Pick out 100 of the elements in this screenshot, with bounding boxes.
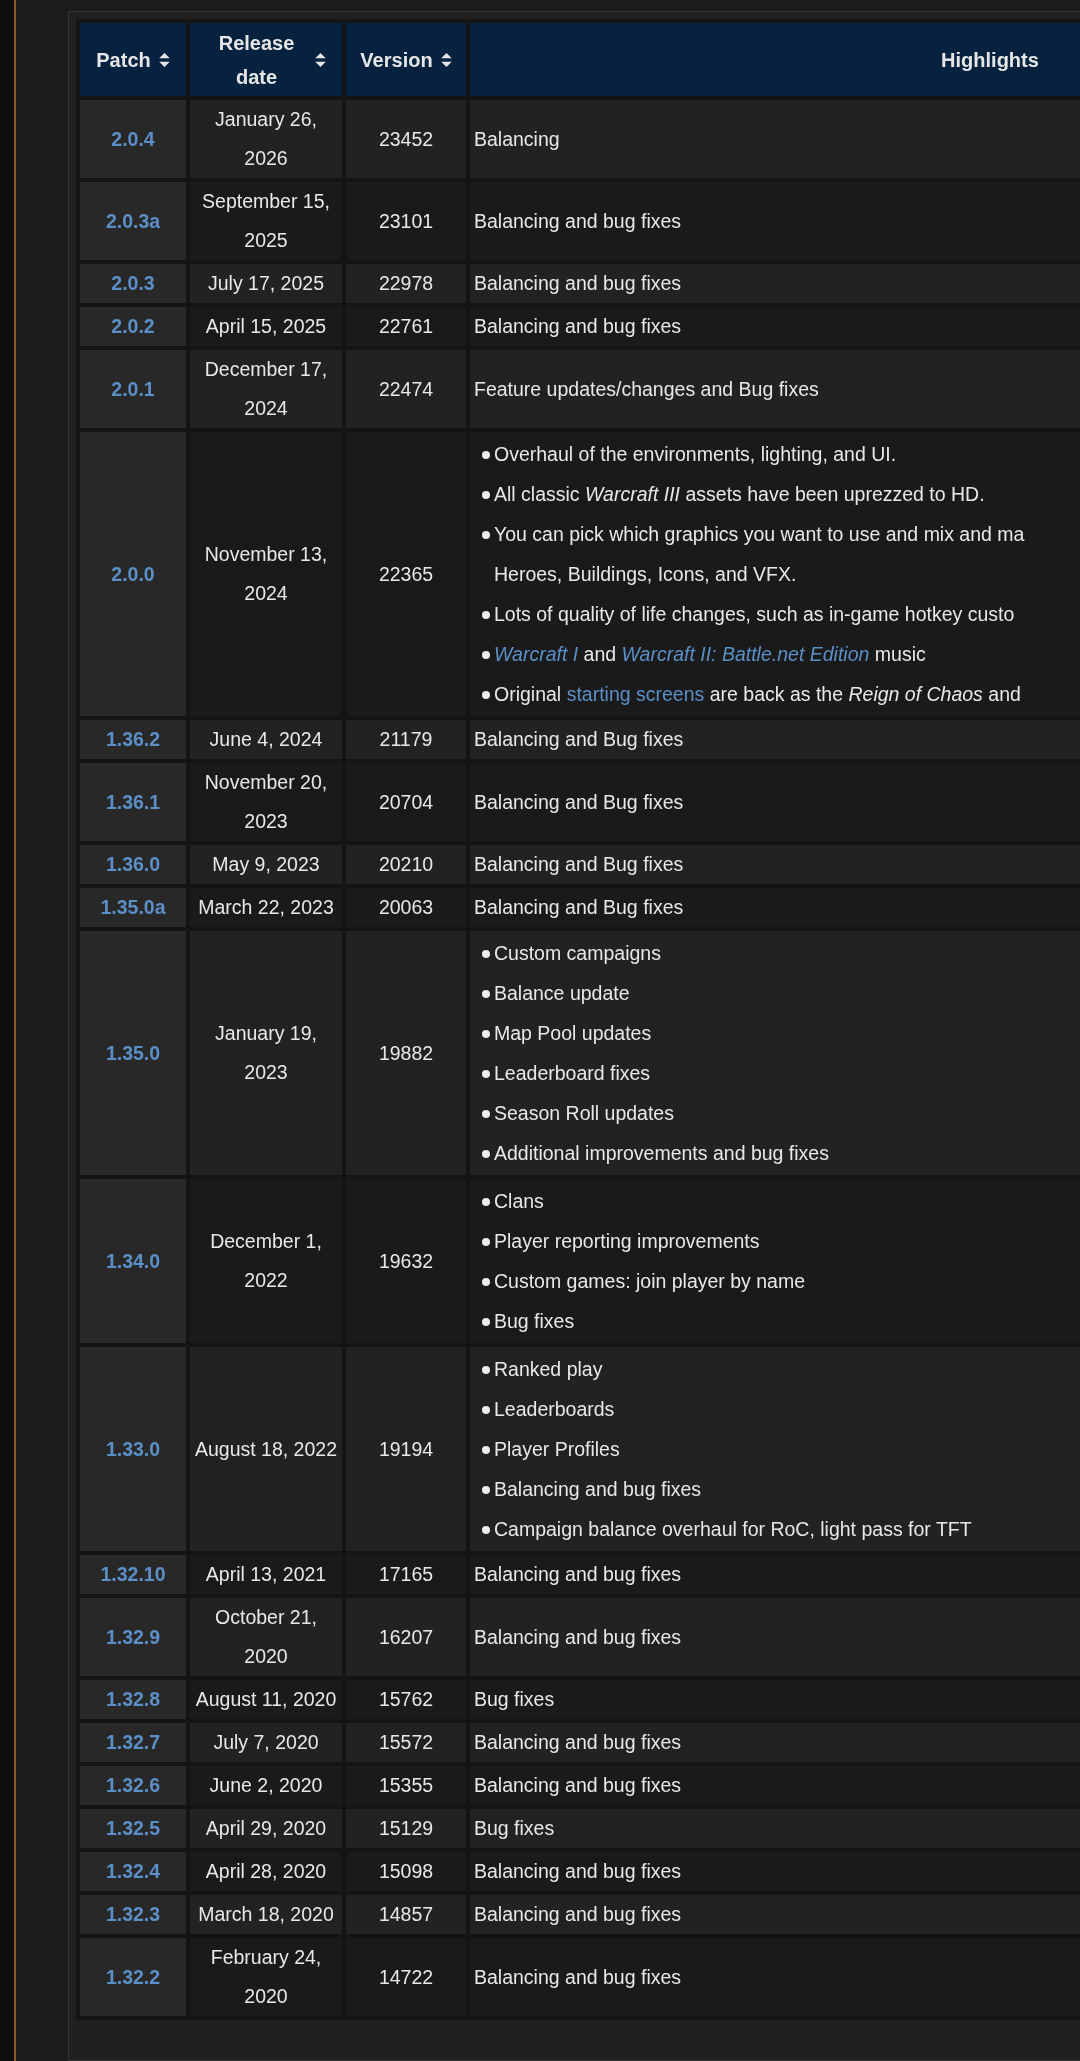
highlight-item: Clans: [494, 1189, 544, 1214]
highlight-item: Season Roll updates: [494, 1101, 674, 1126]
sort-icon[interactable]: [158, 52, 170, 67]
patch-link[interactable]: 2.0.3: [111, 272, 155, 294]
highlight-item: Player reporting improvements: [494, 1229, 760, 1254]
highlight-item: Custom campaigns: [494, 941, 661, 966]
column-header[interactable]: Version: [346, 23, 466, 96]
bullet-icon: [482, 651, 490, 659]
patch-link[interactable]: 1.36.2: [105, 728, 161, 750]
highlight-item: Warcraft I and Warcraft II: Battle.net Edition music: [494, 642, 926, 667]
table-cell: January 19, 2023: [190, 931, 342, 1175]
table-cell: Balancing and Bug fixes: [470, 720, 1080, 759]
table-cell: March 22, 2023: [190, 888, 342, 927]
highlight-item: Player Profiles: [494, 1437, 620, 1462]
highlight-item: Lots of quality of life changes, such as in-game hotkey custo: [494, 602, 1015, 627]
table-cell: Balancing and Bug fixes: [470, 888, 1080, 927]
bullet-icon: [482, 1278, 490, 1286]
patch-link[interactable]: 1.32.10: [100, 1563, 166, 1585]
patch-link[interactable]: 2.0.2: [111, 315, 155, 337]
table-cell: 15572: [346, 1723, 466, 1762]
bullet-icon: [482, 691, 490, 699]
table-cell: Balancing and bug fixes: [470, 1766, 1080, 1805]
table-cell: 22474: [346, 350, 466, 428]
table-cell: Balancing and Bug fixes: [470, 763, 1080, 841]
patch-link[interactable]: 1.32.9: [105, 1625, 161, 1648]
link[interactable]: Warcraft II: Battle.net Edition: [621, 643, 870, 665]
table-cell: 19882: [346, 931, 466, 1175]
patch-link[interactable]: 1.33.0: [105, 1437, 161, 1460]
bullet-icon: [482, 950, 490, 958]
table-cell: June 4, 2024: [190, 720, 342, 759]
bullet-icon: [482, 491, 490, 499]
table-cell: 15129: [346, 1809, 466, 1848]
patch-link[interactable]: 1.35.0a: [100, 896, 166, 918]
column-header[interactable]: Patch: [80, 23, 186, 96]
table-cell: July 7, 2020: [190, 1723, 342, 1762]
patch-link[interactable]: 1.32.5: [105, 1817, 161, 1839]
link[interactable]: Warcraft I: [494, 643, 579, 665]
table-cell: 15762: [346, 1680, 466, 1719]
table-cell: Feature updates/changes and Bug fixes: [470, 350, 1080, 428]
table-cell: August 18, 2022: [190, 1347, 342, 1551]
highlight-item: Leaderboard fixes: [494, 1061, 651, 1086]
patch-link[interactable]: 1.32.4: [105, 1860, 161, 1882]
link[interactable]: starting screens: [566, 683, 705, 705]
table-cell: April 28, 2020: [190, 1852, 342, 1891]
patch-link[interactable]: 1.32.2: [105, 1965, 161, 1988]
highlight-item: Custom games: join player by name: [494, 1269, 806, 1294]
table-cell: 17165: [346, 1555, 466, 1594]
patch-link[interactable]: 1.32.6: [105, 1774, 161, 1796]
table-cell: August 11, 2020: [190, 1680, 342, 1719]
bullet-icon: [482, 531, 490, 539]
patch-link[interactable]: 1.36.1: [105, 790, 161, 813]
patch-link[interactable]: 2.0.3a: [105, 209, 161, 232]
bullet-icon: [482, 451, 490, 459]
table-cell: 21179: [346, 720, 466, 759]
patch-link[interactable]: 2.0.1: [111, 377, 155, 400]
bullet-icon: [482, 1446, 490, 1454]
table-cell: April 15, 2025: [190, 307, 342, 346]
patch-link[interactable]: 1.32.8: [105, 1688, 161, 1710]
bullet-icon: [482, 1526, 490, 1534]
bullet-icon: [482, 1110, 490, 1118]
sort-icon[interactable]: [314, 52, 326, 67]
column-header[interactable]: Release date: [190, 23, 342, 96]
table-cell: 16207: [346, 1598, 466, 1676]
table-cell: November 13, 2024: [190, 432, 342, 716]
sort-icon[interactable]: [440, 52, 452, 67]
header-label: Release date: [217, 30, 296, 90]
header-label: Patch: [96, 47, 151, 73]
table-cell: 20063: [346, 888, 466, 927]
bullet-icon: [482, 611, 490, 619]
patch-link[interactable]: 1.32.3: [105, 1903, 161, 1925]
table-cell: 23101: [346, 182, 466, 260]
patch-link[interactable]: 2.0.4: [111, 127, 155, 150]
table-cell: 20210: [346, 845, 466, 884]
table-cell: April 29, 2020: [190, 1809, 342, 1848]
table-cell: Balancing: [470, 100, 1080, 178]
table-cell: 14722: [346, 1938, 466, 2016]
patch-link[interactable]: 1.35.0: [105, 1041, 161, 1064]
table-cell: 14857: [346, 1895, 466, 1934]
patch-link[interactable]: 1.34.0: [105, 1249, 161, 1272]
table-cell: 19194: [346, 1347, 466, 1551]
patch-link[interactable]: 1.32.7: [105, 1731, 161, 1753]
table-cell: December 1, 2022: [190, 1179, 342, 1343]
bullet-icon: [482, 1486, 490, 1494]
highlight-item: Ranked play: [494, 1357, 603, 1382]
bullet-icon: [482, 1198, 490, 1206]
header-label: Version: [360, 47, 433, 73]
table-cell: May 9, 2023: [190, 845, 342, 884]
table-cell: November 20, 2023: [190, 763, 342, 841]
bullet-icon: [482, 1030, 490, 1038]
patch-link[interactable]: 1.36.0: [105, 853, 161, 875]
table-cell: December 17, 2024: [190, 350, 342, 428]
table-cell: Balancing and bug fixes: [470, 1598, 1080, 1676]
bullet-icon: [482, 1406, 490, 1414]
table-cell: 22761: [346, 307, 466, 346]
header-label: Highlights: [941, 47, 1039, 73]
highlight-item: You can pick which graphics you want to use and mix and ma Heroes, Buildings, Icons, and VFX.: [494, 522, 1025, 587]
table-cell: October 21, 2020: [190, 1598, 342, 1676]
table-cell: January 26, 2026: [190, 100, 342, 178]
table-cell: 15098: [346, 1852, 466, 1891]
patch-link[interactable]: 2.0.0: [111, 562, 155, 585]
